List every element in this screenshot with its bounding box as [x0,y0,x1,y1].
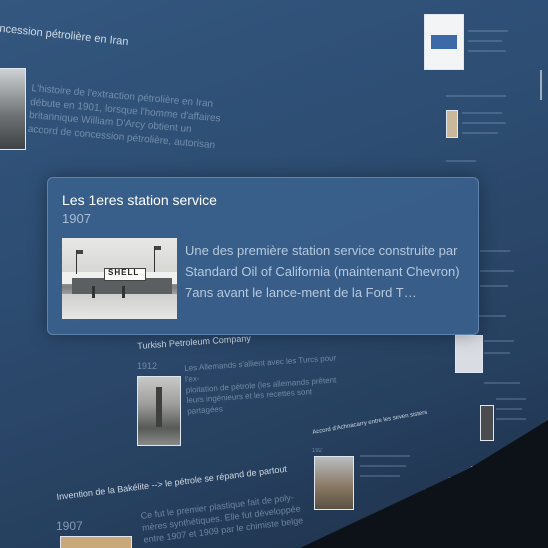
axis-tick: 1930 [423,489,439,496]
shell-sign: SHELL [108,268,140,277]
event-card-photo[interactable]: SHELL [62,238,177,319]
event-card-description: Une des première station service constru… [185,243,460,300]
event-title-turkish[interactable]: Turkish Petroleum Company [137,333,251,351]
event-text-bakelite: Ce fut le premier plastique fait de poly… [140,492,304,546]
event-title-concession[interactable]: oncession pétrolière en Iran [0,22,129,48]
event-thumb-logo[interactable] [424,14,464,70]
event-text-turkish: Les Allemands s'allient avec les Turcs p… [184,353,337,417]
event-title-achnacarry[interactable]: Accord d'Achnacarry entre les seven sist… [312,410,428,436]
event-thumb-small-1[interactable] [446,110,458,138]
event-thumb-small-2[interactable] [480,405,494,441]
event-card-year: 1907 [62,211,91,226]
axis-tick: 1910 [362,518,378,525]
event-thumb-turkish[interactable] [137,376,181,446]
event-year-achnacarry: 192 [312,448,323,454]
axis-tick: 1900 [325,536,341,543]
event-year-bakelite: 1907 [56,519,83,533]
event-card-station-service[interactable]: Les 1eres station service 1907 SHELL Une… [47,177,479,335]
axis-tick: 1950 [470,466,486,473]
axis-tick: 1920 [395,503,411,510]
event-thumb-chart[interactable] [455,335,483,373]
axis-tick: 1970 [508,447,524,454]
event-text-concession: L'histoire de l'extraction pétrolière en… [27,82,221,151]
event-thumb-concession[interactable] [0,68,26,150]
event-thumb-achnacarry[interactable] [314,456,354,510]
event-thumb-bakelite[interactable] [60,536,132,548]
axis-tick: 1940 [448,477,464,484]
event-card-title: Les 1eres station service [62,192,217,208]
axis-tick: 1980 [524,439,540,446]
event-year-turkish: 1912 [137,361,158,371]
axis-tick: 1960 [490,456,506,463]
